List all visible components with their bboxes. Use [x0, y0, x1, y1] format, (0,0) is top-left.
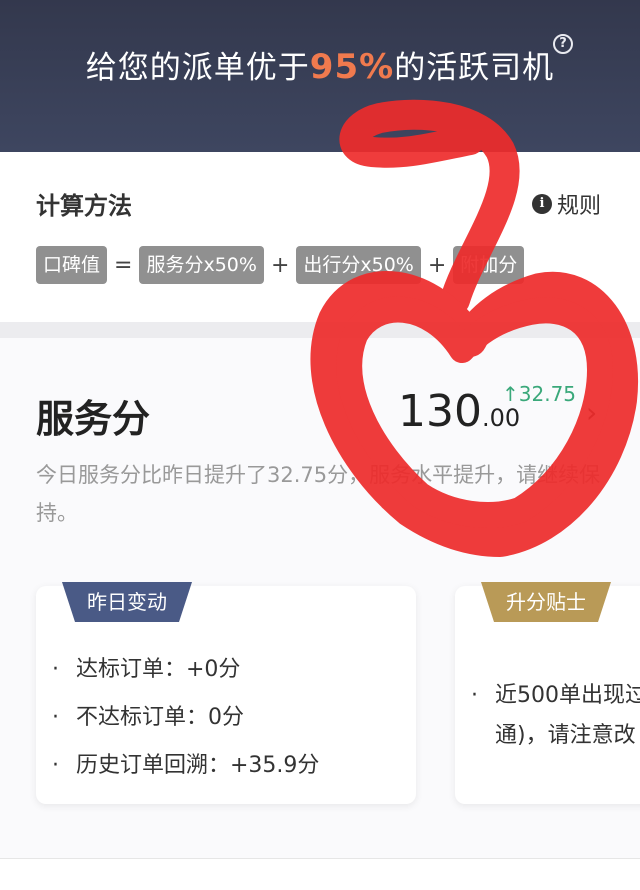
score-description: 今日服务分比昨日提升了32.75分，服务水平提升，请继续保持。 [36, 463, 601, 525]
formula-trip-chip: 出行分x50% [296, 246, 421, 284]
yesterday-change-list: · 达标订单：+0分 · 不达标订单：0分 · 历史订单回溯：+35.9分 [48, 646, 319, 790]
headline-prefix: 给您的派单优于 [85, 50, 310, 86]
formula-equals: = [114, 252, 133, 278]
headline-percent: 95% [309, 47, 395, 87]
score-decimal: .00 [481, 404, 521, 432]
bottom-bar [0, 858, 640, 890]
headline-suffix: 的活跃司机 [394, 50, 555, 86]
score-delta: ↑32.75 [502, 382, 577, 406]
calc-method-card: 计算方法 i 规则 口碑值 = 服务分x50% + 出行分x50% + 附加分 [0, 152, 640, 322]
score-tips-list: · 近500单出现过 通)，请注意改 [467, 676, 640, 756]
yesterday-change-tag: 昨日变动 [62, 582, 192, 622]
section-divider [0, 322, 640, 338]
formula-bonus-chip: 附加分 [453, 246, 525, 284]
score-tips-card: 升分贴士 · 近500单出现过 通)，请注意改 [455, 582, 640, 804]
score-title: 服务分 [36, 397, 151, 441]
list-item: · 近500单出现过 [471, 683, 640, 708]
rules-label: 规则 [557, 194, 602, 219]
list-item: · 不达标订单：0分 [52, 705, 244, 730]
chevron-right-icon[interactable]: › [586, 396, 597, 429]
headline: 给您的派单优于95%的活跃司机 [0, 42, 640, 87]
yesterday-change-card: 昨日变动 · 达标订单：+0分 · 不达标订单：0分 · 历史订单回溯：+35.9分 [36, 582, 416, 804]
score-tips-tag: 升分贴士 [481, 582, 611, 622]
list-item: 通)，请注意改 [495, 723, 636, 748]
info-icon: i [532, 194, 552, 214]
formula-plus: + [270, 252, 290, 278]
help-icon[interactable]: ? [553, 34, 573, 54]
score-integer: 130 [398, 386, 482, 437]
list-item: · 达标订单：+0分 [52, 657, 241, 682]
formula-result-chip: 口碑值 [36, 246, 108, 284]
formula-service-chip: 服务分x50% [139, 246, 264, 284]
calc-title: 计算方法 [36, 192, 132, 220]
formula: 口碑值 = 服务分x50% + 出行分x50% + 附加分 [36, 246, 525, 284]
list-item: · 历史订单回溯：+35.9分 [52, 753, 320, 778]
formula-plus: + [427, 252, 447, 278]
header-banner: 给您的派单优于95%的活跃司机 ? [0, 0, 640, 152]
rules-link[interactable]: i 规则 [532, 188, 601, 220]
